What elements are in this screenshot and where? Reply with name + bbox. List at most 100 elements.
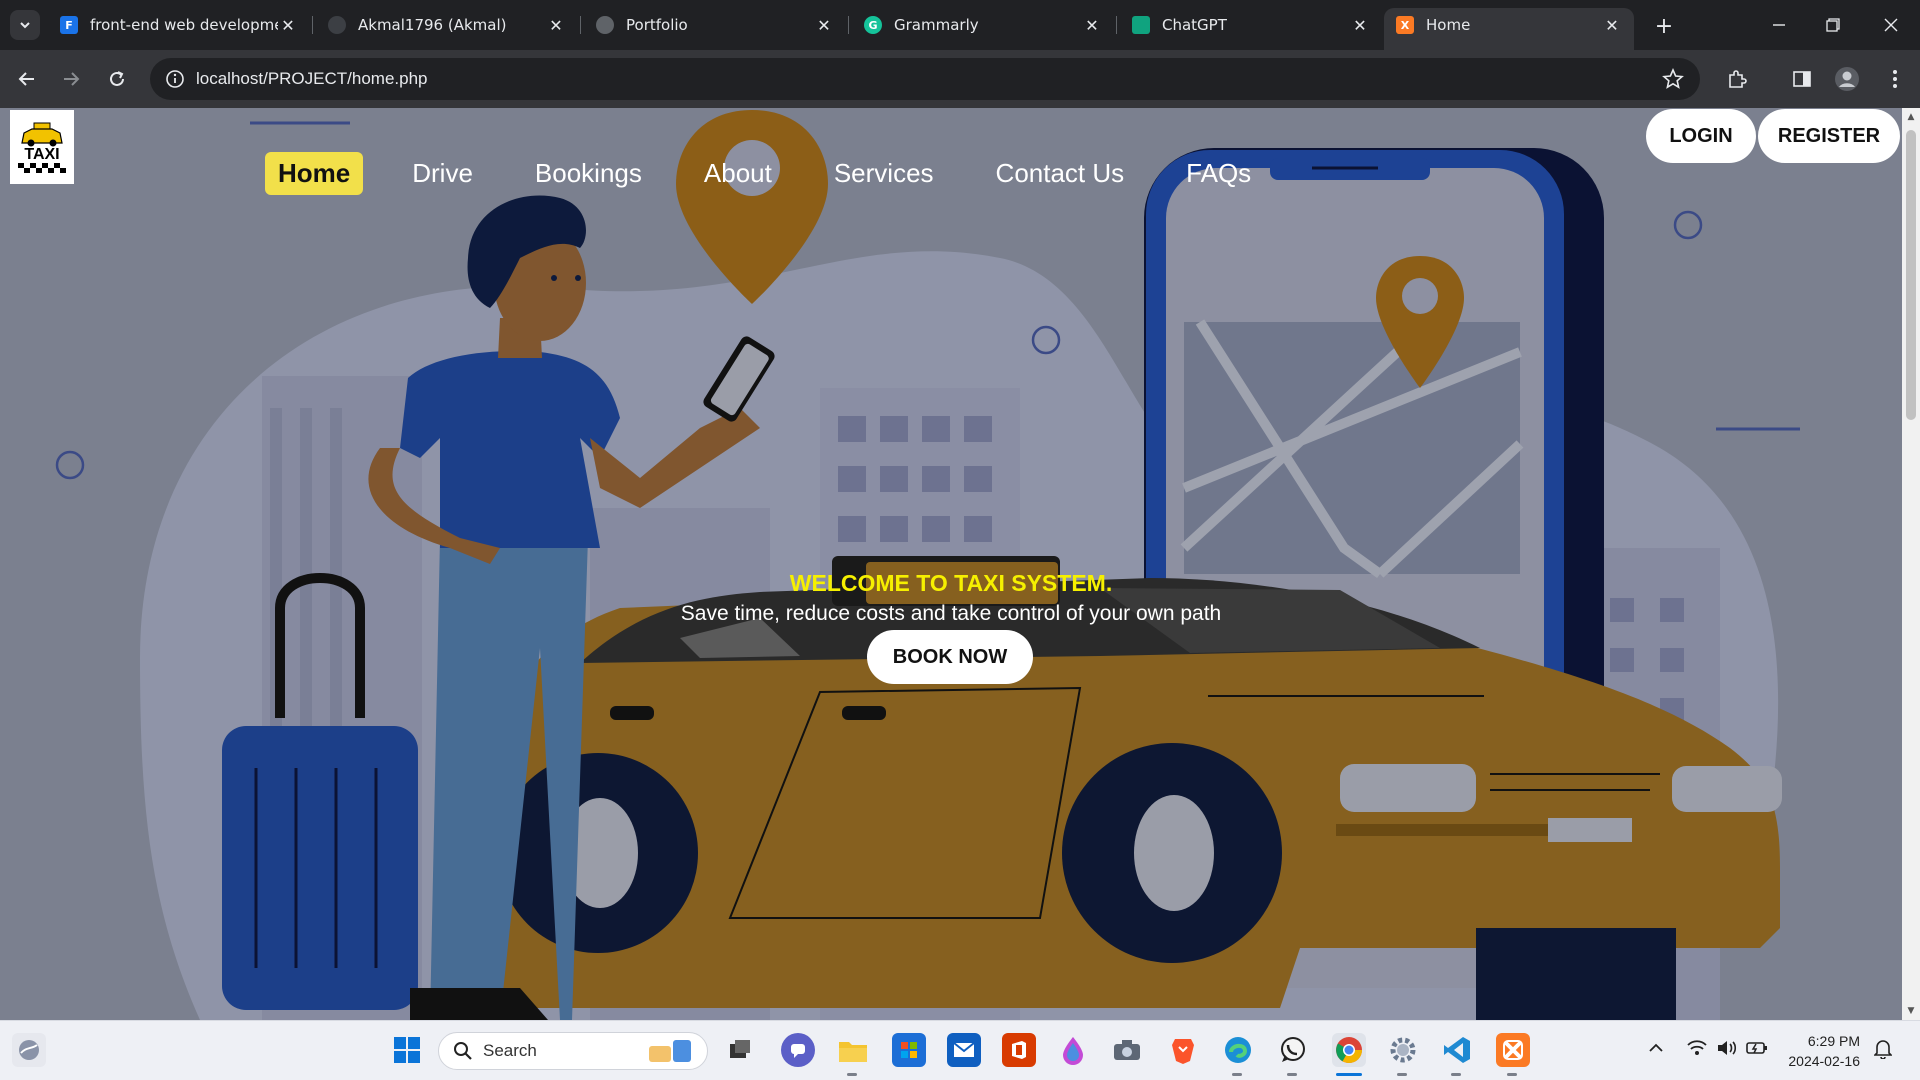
restore-button[interactable] [1810, 8, 1856, 42]
bookmark-button[interactable] [1658, 64, 1688, 94]
scroll-down-arrow-icon[interactable]: ▼ [1902, 1002, 1920, 1020]
site-info-button[interactable] [154, 58, 196, 100]
tab-front-end[interactable]: F front-end web developme ✕ [48, 8, 310, 42]
running-indicator [1287, 1073, 1297, 1076]
register-button[interactable]: REGISTER [1758, 109, 1900, 163]
microsoft-store-icon[interactable] [892, 1033, 926, 1067]
star-icon [1662, 68, 1684, 89]
widgets-icon[interactable] [12, 1033, 46, 1067]
globe-icon [596, 16, 614, 34]
profile-button[interactable] [1832, 64, 1862, 94]
system-clock[interactable]: 6:29 PM 2024-02-16 [1780, 1031, 1860, 1071]
settings-icon[interactable] [1386, 1033, 1420, 1067]
tab-separator [1116, 16, 1117, 34]
info-icon [166, 70, 184, 88]
nav-drive[interactable]: Drive [399, 152, 486, 195]
url-text: localhost/PROJECT/home.php [196, 69, 428, 88]
login-button[interactable]: LOGIN [1646, 109, 1756, 163]
close-icon[interactable]: ✕ [1350, 15, 1370, 35]
extensions-button[interactable] [1722, 64, 1752, 94]
teams-chat-icon[interactable] [781, 1033, 815, 1067]
start-button[interactable] [390, 1033, 424, 1067]
copilot-icon[interactable] [1056, 1033, 1090, 1067]
nav-bookings[interactable]: Bookings [522, 152, 655, 195]
chrome-icon[interactable] [1332, 1033, 1366, 1067]
menu-button[interactable] [1880, 64, 1910, 94]
battery-icon[interactable] [1746, 1039, 1768, 1061]
main-nav: Home Drive Bookings About Services Conta… [265, 152, 1300, 195]
close-window-button[interactable] [1868, 8, 1914, 42]
tab-title: Grammarly [894, 16, 979, 34]
wifi-icon[interactable] [1686, 1039, 1708, 1061]
nav-faqs[interactable]: FAQs [1173, 152, 1264, 195]
chatgpt-icon [1132, 16, 1150, 34]
windows-logo-icon [394, 1037, 420, 1063]
page-scrollbar[interactable]: ▲ ▼ [1902, 108, 1920, 1020]
minimize-icon [1773, 24, 1785, 26]
browser-toolbar: localhost/PROJECT/home.php [0, 50, 1920, 108]
tab-home[interactable]: X Home ✕ [1384, 8, 1634, 50]
xampp-icon[interactable] [1496, 1033, 1530, 1067]
tab-grammarly[interactable]: G Grammarly ✕ [852, 8, 1114, 42]
tab-portfolio[interactable]: Portfolio ✕ [584, 8, 846, 42]
side-panel-button[interactable] [1787, 64, 1817, 94]
notification-bell-icon[interactable] [1873, 1039, 1893, 1063]
hero-illustration [0, 108, 1902, 1020]
close-icon[interactable]: ✕ [1082, 15, 1102, 35]
arrow-right-icon [64, 72, 80, 86]
tab-chatgpt[interactable]: ChatGPT ✕ [1120, 8, 1382, 42]
scroll-up-arrow-icon[interactable]: ▲ [1902, 108, 1920, 126]
clock-date: 2024-02-16 [1788, 1053, 1860, 1069]
taskbar: Search 6:29 PM 2024-02-16 [0, 1020, 1920, 1080]
minimize-button[interactable] [1756, 8, 1802, 42]
book-now-button[interactable]: BOOK NOW [867, 630, 1033, 684]
close-icon[interactable]: ✕ [1602, 15, 1622, 35]
logo-text: TAXI [24, 146, 60, 163]
search-icon [454, 1042, 472, 1060]
nav-home[interactable]: Home [265, 152, 364, 195]
running-indicator [1451, 1073, 1461, 1076]
running-indicator [1232, 1073, 1242, 1076]
side-panel-icon [1793, 71, 1811, 87]
scrollbar-thumb[interactable] [1906, 130, 1916, 420]
nav-contact-us[interactable]: Contact Us [983, 152, 1138, 195]
close-icon[interactable]: ✕ [278, 15, 298, 35]
tab-search-button[interactable] [10, 10, 40, 40]
tab-title: ChatGPT [1162, 16, 1227, 34]
brave-icon[interactable] [1166, 1033, 1200, 1067]
forward-button[interactable] [56, 64, 86, 94]
forms-favicon-icon: F [60, 16, 78, 34]
back-button[interactable] [12, 64, 42, 94]
active-app-indicator [1336, 1073, 1362, 1076]
avatar-icon [1835, 67, 1859, 91]
chevron-down-icon [20, 22, 30, 29]
task-view-icon[interactable] [723, 1033, 757, 1067]
volume-icon[interactable] [1716, 1039, 1738, 1061]
nav-about[interactable]: About [691, 152, 785, 195]
close-icon[interactable]: ✕ [814, 15, 834, 35]
search-label: Search [483, 1041, 537, 1060]
file-explorer-icon[interactable] [836, 1033, 870, 1067]
vscode-icon[interactable] [1440, 1033, 1474, 1067]
page-viewport: TAXI Home Drive Bookings About Services … [0, 108, 1902, 1020]
reload-button[interactable] [102, 64, 132, 94]
site-logo[interactable]: TAXI [10, 110, 74, 184]
taskbar-search[interactable]: Search [438, 1032, 708, 1070]
show-hidden-icons-chevron-icon[interactable] [1648, 1039, 1664, 1058]
mail-icon[interactable] [947, 1033, 981, 1067]
edge-icon[interactable] [1221, 1033, 1255, 1067]
tab-github[interactable]: Akmal1796 (Akmal) ✕ [316, 8, 578, 42]
office-icon[interactable] [1002, 1033, 1036, 1067]
close-icon[interactable]: ✕ [546, 15, 566, 35]
address-bar[interactable]: localhost/PROJECT/home.php [150, 58, 1700, 100]
whatsapp-icon[interactable] [1276, 1033, 1310, 1067]
tab-title: front-end web developme [90, 16, 278, 34]
close-icon [1884, 18, 1898, 32]
tab-separator [848, 16, 849, 34]
tab-title: Portfolio [626, 16, 688, 34]
camera-icon[interactable] [1110, 1033, 1144, 1067]
hero-subtitle: Save time, reduce costs and take control… [680, 602, 1222, 625]
xampp-icon: X [1396, 16, 1414, 34]
nav-services[interactable]: Services [821, 152, 947, 195]
new-tab-button[interactable]: + [1650, 12, 1678, 40]
